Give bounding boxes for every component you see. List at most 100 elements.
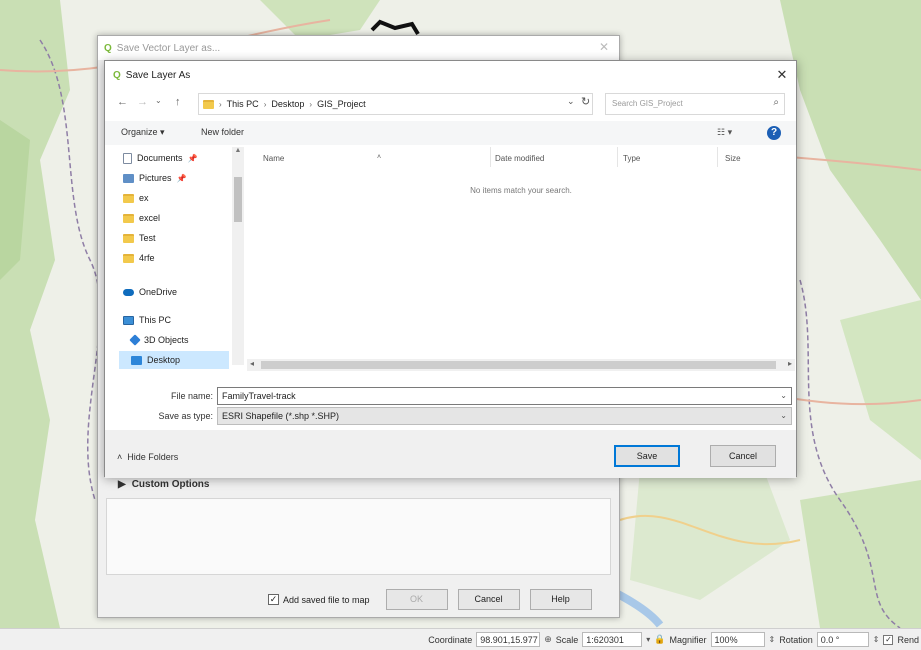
nav-item-4rfe[interactable]: 4rfe bbox=[123, 249, 155, 267]
scroll-up-icon[interactable]: ▲ bbox=[232, 147, 244, 154]
magnifier-spinner-icon[interactable]: ⇕ bbox=[769, 635, 776, 644]
nav-item-this-pc[interactable]: This PC bbox=[123, 311, 171, 329]
coordinate-label: Coordinate bbox=[428, 634, 473, 645]
nav-item-label: ex bbox=[139, 193, 149, 203]
search-placeholder: Search GIS_Project bbox=[612, 99, 683, 108]
desktop-icon bbox=[131, 355, 142, 365]
refresh-icon[interactable]: ↻ bbox=[581, 95, 590, 108]
back-arrow-icon[interactable]: ← bbox=[117, 96, 128, 108]
empty-message: No items match your search. bbox=[470, 186, 572, 195]
nav-item-excel[interactable]: excel bbox=[123, 209, 160, 227]
horizontal-scrollbar[interactable]: ◂ ▸ bbox=[247, 359, 795, 371]
nav-item-desktop[interactable]: Desktop bbox=[119, 351, 229, 369]
sort-arrow-icon: ˄ bbox=[377, 154, 382, 161]
custom-options-group[interactable]: ▶ Custom Options bbox=[118, 479, 209, 490]
column-divider[interactable] bbox=[490, 147, 491, 167]
document-icon bbox=[123, 152, 132, 164]
help-icon[interactable]: ? bbox=[767, 126, 781, 140]
address-row: ← → ⌄ ↑ › This PC › Desktop › GIS_Projec… bbox=[105, 91, 796, 117]
bg-dialog-buttons: ✓ Add saved file to map OK Cancel Help bbox=[268, 589, 592, 610]
file-list[interactable]: Name ˄ Date modified Type Size No items … bbox=[247, 147, 795, 371]
view-options-button[interactable]: ☷ ▾ bbox=[717, 127, 732, 138]
nav-item-ex[interactable]: ex bbox=[123, 189, 149, 207]
nav-item-test[interactable]: Test bbox=[123, 229, 156, 247]
coordinate-field[interactable]: 98.901,15.977 bbox=[476, 632, 541, 647]
nav-item-documents[interactable]: Documents 📌 bbox=[123, 149, 198, 167]
extents-toggle-icon[interactable]: ⊕ bbox=[544, 634, 552, 645]
computer-icon bbox=[123, 315, 134, 325]
new-folder-button[interactable]: New folder bbox=[201, 127, 244, 137]
address-dropdown-icon[interactable]: ⌄ bbox=[567, 96, 575, 107]
close-icon[interactable]: ✕ bbox=[774, 67, 790, 83]
bg-cancel-button[interactable]: Cancel bbox=[457, 589, 520, 610]
nav-scroll-thumb[interactable] bbox=[234, 177, 242, 222]
custom-options-label: Custom Options bbox=[131, 479, 210, 490]
cancel-button[interactable]: Cancel bbox=[710, 445, 776, 467]
render-checkbox[interactable]: ✓ bbox=[883, 634, 894, 645]
scale-dropdown-icon[interactable]: ▾ bbox=[646, 635, 650, 644]
nav-item-pictures[interactable]: Pictures 📌 bbox=[123, 169, 186, 187]
help-button[interactable]: Help bbox=[529, 589, 592, 610]
search-input[interactable]: Search GIS_Project ⌕ bbox=[605, 93, 785, 115]
column-divider[interactable] bbox=[617, 147, 618, 167]
address-bar[interactable]: › This PC › Desktop › GIS_Project bbox=[198, 93, 593, 115]
breadcrumb-desktop[interactable]: Desktop bbox=[271, 99, 304, 109]
chevron-down-icon[interactable]: ⌄ bbox=[780, 391, 787, 400]
nav-item-label: 3D Objects bbox=[144, 335, 189, 345]
column-name[interactable]: Name bbox=[263, 154, 284, 163]
rotation-label: Rotation bbox=[779, 634, 813, 645]
folder-icon bbox=[123, 213, 134, 223]
nav-scrollbar[interactable]: ▲ bbox=[232, 147, 244, 365]
magnifier-field[interactable]: 100% bbox=[710, 632, 765, 647]
scroll-thumb[interactable] bbox=[261, 361, 776, 369]
scroll-left-icon[interactable]: ◂ bbox=[250, 359, 254, 368]
rotation-spinner-icon[interactable]: ⇕ bbox=[873, 635, 880, 644]
chevron-down-icon[interactable]: ⌄ bbox=[780, 411, 787, 420]
nav-item-label: Desktop bbox=[147, 355, 181, 365]
add-saved-file-checkbox[interactable]: ✓ Add saved file to map bbox=[268, 594, 370, 605]
forward-arrow-icon[interactable]: → bbox=[137, 96, 148, 108]
file-name-row: File name: FamilyTravel-track ⌄ bbox=[105, 387, 796, 407]
column-type[interactable]: Type bbox=[623, 154, 640, 163]
nav-item-3d-objects[interactable]: 3D Objects bbox=[129, 331, 189, 349]
dialog-title: Save Layer As bbox=[125, 69, 191, 81]
column-date-modified[interactable]: Date modified bbox=[495, 154, 544, 163]
up-arrow-icon[interactable]: ↑ bbox=[175, 96, 181, 108]
scale-label: Scale bbox=[555, 634, 579, 645]
recent-locations-icon[interactable]: ⌄ bbox=[155, 96, 162, 105]
column-size[interactable]: Size bbox=[725, 154, 741, 163]
breadcrumb-gis-project[interactable]: GIS_Project bbox=[317, 99, 366, 109]
file-name-input[interactable]: FamilyTravel-track ⌄ bbox=[217, 387, 792, 405]
save-type-select[interactable]: ESRI Shapefile (*.shp *.SHP) ⌄ bbox=[217, 407, 792, 425]
nav-item-label: OneDrive bbox=[139, 287, 178, 297]
nav-item-label: Documents bbox=[137, 153, 183, 163]
nav-item-onedrive[interactable]: OneDrive bbox=[123, 283, 177, 301]
navigation-pane: Documents 📌 Pictures 📌 ex excel Test 4rf… bbox=[119, 147, 245, 369]
breadcrumb-separator: › bbox=[219, 99, 222, 109]
lock-icon[interactable]: 🔒 bbox=[654, 634, 665, 645]
ok-button[interactable]: OK bbox=[385, 589, 448, 610]
bg-close-icon[interactable]: ✕ bbox=[599, 40, 609, 54]
column-divider[interactable] bbox=[717, 147, 718, 167]
file-name-value: FamilyTravel-track bbox=[222, 391, 296, 401]
scroll-right-icon[interactable]: ▸ bbox=[788, 359, 792, 368]
magnifier-label: Magnifier bbox=[669, 634, 707, 645]
breadcrumb-this-pc[interactable]: This PC bbox=[227, 99, 259, 109]
qgis-logo-icon: Q bbox=[104, 42, 112, 54]
breadcrumb-separator: › bbox=[309, 99, 313, 109]
search-icon: ⌕ bbox=[773, 97, 779, 108]
folder-icon bbox=[203, 99, 214, 109]
save-button[interactable]: Save bbox=[614, 445, 680, 467]
pin-icon: 📌 bbox=[176, 173, 187, 183]
dialog-footer: ˄ Hide Folders Save Cancel bbox=[105, 430, 796, 478]
nav-item-label: Pictures bbox=[139, 173, 172, 183]
nav-item-label: This PC bbox=[139, 315, 172, 325]
rotation-field[interactable]: 0.0 ° bbox=[816, 632, 869, 647]
scale-field[interactable]: 1:620301 bbox=[582, 632, 643, 647]
status-bar: Coordinate 98.901,15.977 ⊕ Scale 1:62030… bbox=[0, 628, 921, 650]
organize-button[interactable]: Organize ▾ bbox=[121, 127, 165, 138]
custom-options-panel bbox=[106, 498, 611, 575]
hide-folders-toggle[interactable]: ˄ Hide Folders bbox=[117, 452, 178, 462]
nav-item-label: excel bbox=[139, 213, 161, 223]
pictures-icon bbox=[123, 173, 134, 183]
